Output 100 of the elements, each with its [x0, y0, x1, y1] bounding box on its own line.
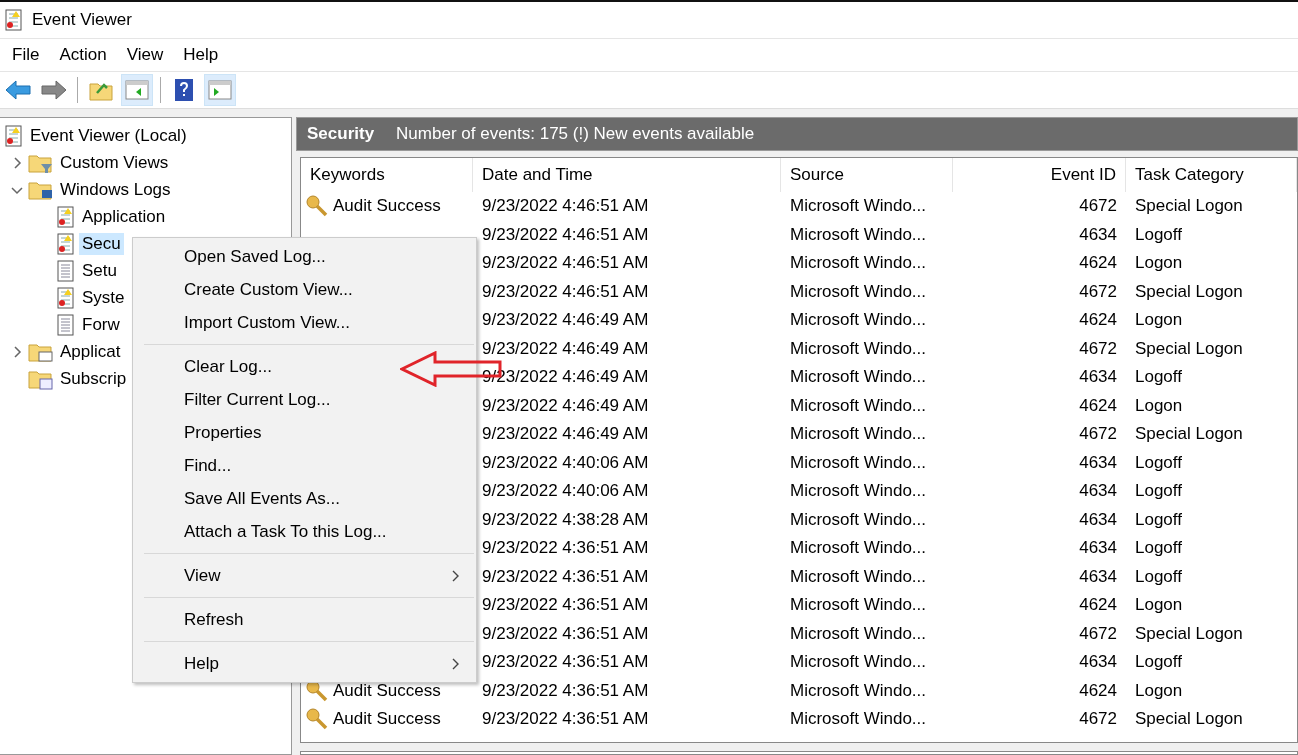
table-cell-text: Microsoft Windo... [789, 366, 928, 389]
table-cell-text: Microsoft Windo... [789, 280, 928, 303]
menu-item[interactable]: Refresh [133, 603, 476, 636]
table-cell-text: 4634 [1078, 508, 1118, 531]
table-cell-text: Microsoft Windo... [789, 337, 928, 360]
menu-item[interactable]: Import Custom View... [133, 306, 476, 339]
table-cell-text: Microsoft Windo... [789, 708, 928, 731]
menu-item[interactable]: Attach a Task To this Log... [133, 515, 476, 548]
tree-item[interactable]: Applicat [57, 340, 124, 363]
tree-item[interactable]: Custom Views [57, 151, 172, 174]
tree-item[interactable]: Subscrip [57, 367, 130, 390]
table-cell-text: 9/23/2022 4:46:49 AM [481, 337, 650, 360]
menu-item[interactable]: View [118, 43, 172, 67]
submenu-chevron-icon [452, 657, 460, 670]
chevron-icon[interactable] [11, 156, 23, 169]
menu-item[interactable]: Help [175, 43, 227, 67]
table-cell-text: 4634 [1078, 366, 1118, 389]
table-cell-text: Special Logon [1134, 423, 1244, 446]
menu-item[interactable]: File [4, 43, 48, 67]
menu-item[interactable]: Help [133, 647, 476, 680]
table-cell-text: Microsoft Windo... [789, 679, 928, 702]
submenu-chevron-icon [452, 569, 460, 582]
table-cell-text: 4634 [1078, 651, 1118, 674]
table-cell-text: Logon [1134, 394, 1184, 417]
menu-item[interactable]: Properties [133, 416, 476, 449]
table-cell-text: 9/23/2022 4:36:51 AM [481, 537, 650, 560]
table-cell-text: 9/23/2022 4:40:06 AM [481, 451, 650, 474]
log-icon [4, 124, 24, 147]
table-cell-text: 4634 [1078, 565, 1118, 588]
table-cell-text: Microsoft Windo... [789, 451, 928, 474]
table-cell-text: Logoff [1134, 451, 1183, 474]
table-cell-text: Logoff [1134, 651, 1183, 674]
tree-item[interactable]: Setu [79, 259, 120, 282]
table-cell-text: Microsoft Windo... [789, 622, 928, 645]
table-cell-text: 9/23/2022 4:46:51 AM [481, 280, 650, 303]
tree-item[interactable]: Event Viewer (Local) [27, 124, 190, 147]
table-cell-text: Microsoft Windo... [789, 537, 928, 560]
table-cell-text: 9/23/2022 4:46:49 AM [481, 309, 650, 332]
menu-item[interactable]: Create Custom View... [133, 273, 476, 306]
column-header[interactable]: Task Category [1126, 158, 1297, 192]
table-cell-text: Microsoft Windo... [789, 223, 928, 246]
menu-item[interactable]: Clear Log... [133, 350, 476, 383]
tree-item[interactable]: Application [79, 205, 169, 228]
table-cell-text: Microsoft Windo... [789, 651, 928, 674]
event-count: Number of events: 175 (!) New events available [396, 124, 755, 144]
table-cell-text: Microsoft Windo... [789, 423, 928, 446]
table-cell-text: Microsoft Windo... [789, 394, 928, 417]
table-cell-text: 4634 [1078, 451, 1118, 474]
window-title: Event Viewer [32, 10, 132, 30]
column-header[interactable]: Event ID [953, 158, 1126, 192]
table-cell-text: 4672 [1078, 280, 1118, 303]
menu-item[interactable]: Filter Current Log... [133, 383, 476, 416]
panel-title: Security [307, 124, 375, 144]
table-cell-text: 9/23/2022 4:40:06 AM [481, 480, 650, 503]
tree-item[interactable]: Secu [79, 232, 124, 255]
table-cell-text: Special Logon [1134, 280, 1244, 303]
table-cell-text: Special Logon [1134, 195, 1244, 218]
chevron-icon[interactable] [11, 345, 23, 358]
table-cell-text: Logoff [1134, 480, 1183, 503]
table-cell-text: 9/23/2022 4:46:51 AM [481, 195, 650, 218]
table-cell-text: Special Logon [1134, 337, 1244, 360]
table-cell-text: 4624 [1078, 394, 1118, 417]
table-cell-text: Logon [1134, 309, 1184, 332]
table-cell-text: Special Logon [1134, 622, 1244, 645]
table-cell-text: 4672 [1078, 423, 1118, 446]
table-cell-text: 4634 [1078, 537, 1118, 560]
column-header[interactable]: Source [781, 158, 953, 192]
menu-item[interactable]: View [133, 559, 476, 592]
menu-item[interactable]: Find... [133, 449, 476, 482]
tree-item[interactable]: Windows Logs [57, 178, 174, 201]
table-cell-text: 4672 [1078, 622, 1118, 645]
log-icon [56, 232, 76, 255]
table-cell: Audit Success [333, 196, 441, 217]
menu-item[interactable]: Action [51, 43, 115, 67]
menu-item[interactable]: Open Saved Log... [133, 240, 476, 273]
table-cell-text: Microsoft Windo... [789, 594, 928, 617]
table-cell-text: 9/23/2022 4:46:49 AM [481, 394, 650, 417]
document-icon [56, 313, 76, 336]
back-arrow-icon [5, 80, 31, 100]
column-header[interactable]: Date and Time [473, 158, 781, 192]
tree-item[interactable]: Forw [79, 313, 123, 336]
help-icon [174, 78, 194, 102]
tree-item[interactable]: Syste [79, 286, 128, 309]
log-icon [56, 286, 76, 309]
table-cell-text: Logoff [1134, 508, 1183, 531]
table-cell-text: 9/23/2022 4:46:49 AM [481, 423, 650, 446]
forward-arrow-icon [41, 80, 67, 100]
table-cell-text: 4624 [1078, 252, 1118, 275]
table-cell-text: 9/23/2022 4:36:51 AM [481, 622, 650, 645]
table-cell-text: Logon [1134, 594, 1184, 617]
table-cell-text: 9/23/2022 4:36:51 AM [481, 708, 650, 731]
table-cell-text: Special Logon [1134, 708, 1244, 731]
table-cell-text: Logon [1134, 679, 1184, 702]
table-cell-text: 4624 [1078, 594, 1118, 617]
column-header[interactable]: Keywords [301, 158, 473, 192]
table-cell-text: 4672 [1078, 195, 1118, 218]
menu-item[interactable]: Save All Events As... [133, 482, 476, 515]
table-cell-text: Logoff [1134, 223, 1183, 246]
table-cell-text: 4634 [1078, 480, 1118, 503]
log-icon [4, 9, 24, 31]
